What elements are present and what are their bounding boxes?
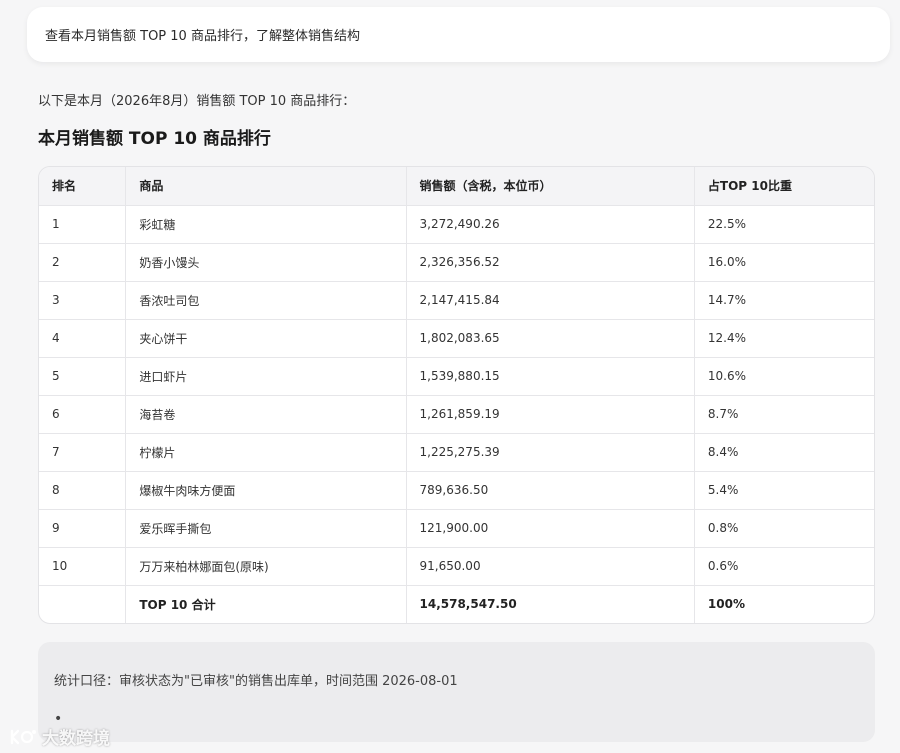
- product-cell: 万万来柏林娜面包(原味): [125, 547, 407, 586]
- share-cell: 10.6%: [694, 357, 874, 396]
- share-cell: 0.8%: [694, 509, 874, 548]
- user-message-text: 查看本月销售额 TOP 10 商品排行，了解整体销售结构: [45, 29, 360, 44]
- rank-cell: 2: [39, 243, 127, 282]
- product-cell: 香浓吐司包: [125, 281, 407, 320]
- ranking-table: 排名 商品 销售额（含税，本位币） 占TOP 10比重 1 彩虹糖 3,272,49…: [39, 167, 874, 623]
- share-cell: 0.6%: [694, 547, 874, 586]
- methodology-note-text: 统计口径：审核状态为"已审核"的销售出库单，时间范围 2026-08-01: [54, 674, 458, 689]
- share-cell: 16.0%: [694, 243, 874, 282]
- rank-cell: 10: [39, 547, 127, 586]
- product-cell: 爆椒牛肉味方便面: [125, 471, 407, 510]
- product-cell: 进口虾片: [125, 357, 407, 396]
- share-cell: 14.7%: [694, 281, 874, 320]
- table-row: 3 香浓吐司包 2,147,415.84 14.7%: [39, 281, 874, 320]
- table-row: 4 夹心饼干 1,802,083.65 12.4%: [39, 319, 874, 358]
- table-row: 5 进口虾片 1,539,880.15 10.6%: [39, 357, 874, 396]
- product-cell: 奶香小馒头: [125, 243, 407, 282]
- sales-cell: 121,900.00: [406, 509, 695, 548]
- sales-cell: 3,272,490.26: [406, 205, 695, 244]
- intro-text: 以下是本月（2026年8月）销售额 TOP 10 商品排行：: [38, 94, 356, 109]
- product-cell: 彩虹糖: [125, 205, 407, 244]
- table-row: 8 爆椒牛肉味方便面 789,636.50 5.4%: [39, 471, 874, 510]
- sales-cell: 2,147,415.84: [406, 281, 695, 320]
- watermark: 大数跨境: [8, 724, 110, 749]
- header-rank: 排名: [39, 167, 127, 206]
- rank-cell: 6: [39, 395, 127, 434]
- rank-cell: 3: [39, 281, 127, 320]
- note-bullet: •: [54, 711, 63, 727]
- rank-cell: 1: [39, 205, 127, 244]
- table-row: 2 奶香小馒头 2,326,356.52 16.0%: [39, 243, 874, 282]
- table-body: 1 彩虹糖 3,272,490.26 22.5% 2 奶香小馒头 2,326,356.52 1…: [39, 205, 874, 623]
- watermark-logo-icon: [8, 727, 38, 747]
- rank-cell: 8: [39, 471, 127, 510]
- table-row: 9 爱乐晖手撕包 121,900.00 0.8%: [39, 509, 874, 548]
- product-cell: 爱乐晖手撕包: [125, 509, 407, 548]
- watermark-text: 大数跨境: [42, 729, 110, 749]
- header-product: 商品: [125, 167, 407, 206]
- ranking-table-container: 排名 商品 销售额（含税，本位币） 占TOP 10比重 1 彩虹糖 3,272,49…: [38, 166, 875, 624]
- table-row: 10 万万来柏林娜面包(原味) 91,650.00 0.6%: [39, 547, 874, 586]
- table-heading: 本月销售额 TOP 10 商品排行: [38, 129, 271, 149]
- share-cell: 12.4%: [694, 319, 874, 358]
- sales-cell: 1,225,275.39: [406, 433, 695, 472]
- table-header-row: 排名 商品 销售额（含税，本位币） 占TOP 10比重: [39, 167, 874, 206]
- table-total-row: TOP 10 合计 14,578,547.50 100%: [39, 585, 874, 623]
- methodology-note: 统计口径：审核状态为"已审核"的销售出库单，时间范围 2026-08-01 •: [38, 642, 875, 742]
- sales-cell: 2,326,356.52: [406, 243, 695, 282]
- table-row: 6 海苔卷 1,261,859.19 8.7%: [39, 395, 874, 434]
- rank-cell: 7: [39, 433, 127, 472]
- rank-cell: 4: [39, 319, 127, 358]
- product-cell: 海苔卷: [125, 395, 407, 434]
- rank-cell: 5: [39, 357, 127, 396]
- share-cell: 22.5%: [694, 205, 874, 244]
- total-share-cell: 100%: [707, 597, 745, 612]
- share-cell: 5.4%: [694, 471, 874, 510]
- rank-cell: 9: [39, 509, 127, 548]
- sales-cell: 1,539,880.15: [406, 357, 695, 396]
- sales-cell: 1,261,859.19: [406, 395, 695, 434]
- total-label-cell: TOP 10 合计: [125, 585, 407, 623]
- table-row: 1 彩虹糖 3,272,490.26 22.5%: [39, 205, 874, 244]
- product-cell: 夹心饼干: [125, 319, 407, 358]
- user-message-bubble: 查看本月销售额 TOP 10 商品排行，了解整体销售结构: [27, 7, 890, 62]
- table-row: 7 柠檬片 1,225,275.39 8.4%: [39, 433, 874, 472]
- product-cell: 柠檬片: [125, 433, 407, 472]
- sales-cell: 91,650.00: [406, 547, 695, 586]
- header-share: 占TOP 10比重: [694, 167, 874, 206]
- chat-page: 查看本月销售额 TOP 10 商品排行，了解整体销售结构 以下是本月（2026年…: [0, 0, 900, 753]
- total-sales-cell: 14,578,547.50: [406, 585, 695, 623]
- share-cell: 8.4%: [694, 433, 874, 472]
- total-rank-cell: [39, 585, 127, 623]
- sales-cell: 1,802,083.65: [406, 319, 695, 358]
- share-cell: 8.7%: [694, 395, 874, 434]
- header-sales: 销售额（含税，本位币）: [406, 167, 695, 206]
- sales-cell: 789,636.50: [406, 471, 695, 510]
